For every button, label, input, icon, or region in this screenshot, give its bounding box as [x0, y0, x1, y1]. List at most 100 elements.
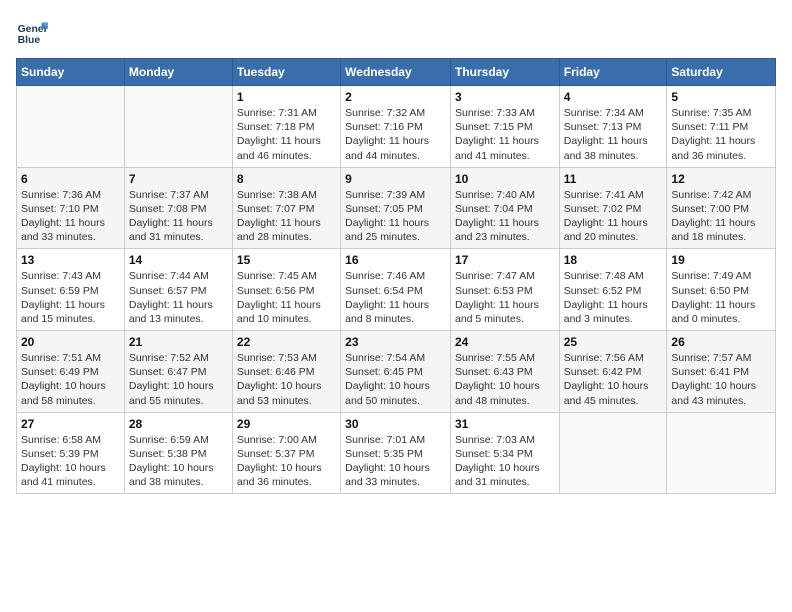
day-info: Sunrise: 7:32 AM Sunset: 7:16 PM Dayligh…: [345, 106, 446, 163]
day-number: 22: [237, 335, 336, 349]
day-number: 20: [21, 335, 120, 349]
day-cell: 4 Sunrise: 7:34 AM Sunset: 7:13 PM Daylig…: [559, 86, 667, 168]
day-cell: 12 Sunrise: 7:42 AM Sunset: 7:00 PM Dayli…: [667, 167, 776, 249]
day-cell: 8 Sunrise: 7:38 AM Sunset: 7:07 PM Daylig…: [232, 167, 340, 249]
day-number: 2: [345, 90, 446, 104]
header-row: SundayMondayTuesdayWednesdayThursdayFrid…: [17, 59, 776, 86]
day-cell: 16Sunrise: 7:46 AM Sunset: 6:54 PM Dayli…: [341, 249, 451, 331]
day-cell: 27 Sunrise: 6:58 AM Sunset: 5:39 PM Dayli…: [17, 412, 125, 494]
day-number: 18: [564, 253, 663, 267]
day-info: Sunrise: 7:48 AM Sunset: 6:52 PM Dayligh…: [564, 269, 663, 326]
day-info: Sunrise: 7:34 AM Sunset: 7:13 PM Dayligh…: [564, 106, 663, 163]
day-number: 17: [455, 253, 555, 267]
day-number: 30: [345, 417, 446, 431]
day-info: Sunrise: 7:00 AM Sunset: 5:37 PM Dayligh…: [237, 433, 336, 490]
day-info: Sunrise: 7:57 AM Sunset: 6:41 PM Dayligh…: [671, 351, 771, 408]
day-info: Sunrise: 7:31 AM Sunset: 7:18 PM Dayligh…: [237, 106, 336, 163]
day-cell: [17, 86, 125, 168]
day-cell: 17 Sunrise: 7:47 AM Sunset: 6:53 PM Dayli…: [450, 249, 559, 331]
day-cell: 21 Sunrise: 7:52 AM Sunset: 6:47 PM Dayli…: [124, 331, 232, 413]
column-header-tuesday: Tuesday: [232, 59, 340, 86]
day-number: 23: [345, 335, 446, 349]
day-cell: [124, 86, 232, 168]
day-info: Sunrise: 7:01 AM Sunset: 5:35 PM Dayligh…: [345, 433, 446, 490]
column-header-thursday: Thursday: [450, 59, 559, 86]
day-cell: 1 Sunrise: 7:31 AM Sunset: 7:18 PM Daylig…: [232, 86, 340, 168]
day-number: 29: [237, 417, 336, 431]
day-cell: [559, 412, 667, 494]
day-cell: 10 Sunrise: 7:40 AM Sunset: 7:04 PM Dayli…: [450, 167, 559, 249]
day-cell: 5 Sunrise: 7:35 AM Sunset: 7:11 PM Daylig…: [667, 86, 776, 168]
day-info: Sunrise: 7:53 AM Sunset: 6:46 PM Dayligh…: [237, 351, 336, 408]
day-info: Sunrise: 7:56 AM Sunset: 6:42 PM Dayligh…: [564, 351, 663, 408]
day-number: 28: [129, 417, 228, 431]
day-number: 25: [564, 335, 663, 349]
day-info: Sunrise: 7:45 AM Sunset: 6:56 PM Dayligh…: [237, 269, 336, 326]
day-info: Sunrise: 7:43 AM Sunset: 6:59 PM Dayligh…: [21, 269, 120, 326]
logo-icon: General Blue: [16, 16, 48, 48]
day-info: Sunrise: 6:59 AM Sunset: 5:38 PM Dayligh…: [129, 433, 228, 490]
week-row-4: 20 Sunrise: 7:51 AM Sunset: 6:49 PM Dayli…: [17, 331, 776, 413]
column-header-monday: Monday: [124, 59, 232, 86]
day-cell: 29 Sunrise: 7:00 AM Sunset: 5:37 PM Dayli…: [232, 412, 340, 494]
day-info: Sunrise: 7:36 AM Sunset: 7:10 PM Dayligh…: [21, 188, 120, 245]
day-number: 19: [671, 253, 771, 267]
day-cell: 23 Sunrise: 7:54 AM Sunset: 6:45 PM Dayli…: [341, 331, 451, 413]
day-number: 3: [455, 90, 555, 104]
day-cell: 14Sunrise: 7:44 AM Sunset: 6:57 PM Dayli…: [124, 249, 232, 331]
day-info: Sunrise: 7:46 AM Sunset: 6:54 PM Dayligh…: [345, 269, 446, 326]
column-header-friday: Friday: [559, 59, 667, 86]
day-number: 4: [564, 90, 663, 104]
day-info: Sunrise: 7:51 AM Sunset: 6:49 PM Dayligh…: [21, 351, 120, 408]
day-number: 6: [21, 172, 120, 186]
column-header-saturday: Saturday: [667, 59, 776, 86]
week-row-3: 13Sunrise: 7:43 AM Sunset: 6:59 PM Dayli…: [17, 249, 776, 331]
day-number: 11: [564, 172, 663, 186]
day-number: 9: [345, 172, 446, 186]
day-number: 12: [671, 172, 771, 186]
day-info: Sunrise: 7:42 AM Sunset: 7:00 PM Dayligh…: [671, 188, 771, 245]
day-number: 24: [455, 335, 555, 349]
column-header-wednesday: Wednesday: [341, 59, 451, 86]
calendar-table: SundayMondayTuesdayWednesdayThursdayFrid…: [16, 58, 776, 494]
day-info: Sunrise: 7:40 AM Sunset: 7:04 PM Dayligh…: [455, 188, 555, 245]
day-cell: 3 Sunrise: 7:33 AM Sunset: 7:15 PM Daylig…: [450, 86, 559, 168]
day-cell: 24 Sunrise: 7:55 AM Sunset: 6:43 PM Dayli…: [450, 331, 559, 413]
day-cell: 31Sunrise: 7:03 AM Sunset: 5:34 PM Dayli…: [450, 412, 559, 494]
day-cell: 15Sunrise: 7:45 AM Sunset: 6:56 PM Dayli…: [232, 249, 340, 331]
day-info: Sunrise: 7:49 AM Sunset: 6:50 PM Dayligh…: [671, 269, 771, 326]
day-cell: 9 Sunrise: 7:39 AM Sunset: 7:05 PM Daylig…: [341, 167, 451, 249]
day-cell: 18 Sunrise: 7:48 AM Sunset: 6:52 PM Dayli…: [559, 249, 667, 331]
day-number: 7: [129, 172, 228, 186]
day-number: 26: [671, 335, 771, 349]
day-number: 27: [21, 417, 120, 431]
day-info: Sunrise: 7:33 AM Sunset: 7:15 PM Dayligh…: [455, 106, 555, 163]
day-info: Sunrise: 7:54 AM Sunset: 6:45 PM Dayligh…: [345, 351, 446, 408]
day-cell: 20 Sunrise: 7:51 AM Sunset: 6:49 PM Dayli…: [17, 331, 125, 413]
day-info: Sunrise: 7:52 AM Sunset: 6:47 PM Dayligh…: [129, 351, 228, 408]
week-row-1: 1 Sunrise: 7:31 AM Sunset: 7:18 PM Daylig…: [17, 86, 776, 168]
day-cell: [667, 412, 776, 494]
day-cell: 13Sunrise: 7:43 AM Sunset: 6:59 PM Dayli…: [17, 249, 125, 331]
day-number: 10: [455, 172, 555, 186]
day-info: Sunrise: 7:55 AM Sunset: 6:43 PM Dayligh…: [455, 351, 555, 408]
day-info: Sunrise: 6:58 AM Sunset: 5:39 PM Dayligh…: [21, 433, 120, 490]
day-info: Sunrise: 7:39 AM Sunset: 7:05 PM Dayligh…: [345, 188, 446, 245]
day-number: 8: [237, 172, 336, 186]
day-number: 5: [671, 90, 771, 104]
day-info: Sunrise: 7:37 AM Sunset: 7:08 PM Dayligh…: [129, 188, 228, 245]
day-cell: 22 Sunrise: 7:53 AM Sunset: 6:46 PM Dayli…: [232, 331, 340, 413]
day-cell: 7 Sunrise: 7:37 AM Sunset: 7:08 PM Daylig…: [124, 167, 232, 249]
page-header: General Blue: [16, 16, 776, 48]
day-number: 31: [455, 417, 555, 431]
day-info: Sunrise: 7:35 AM Sunset: 7:11 PM Dayligh…: [671, 106, 771, 163]
week-row-5: 27 Sunrise: 6:58 AM Sunset: 5:39 PM Dayli…: [17, 412, 776, 494]
day-cell: 30 Sunrise: 7:01 AM Sunset: 5:35 PM Dayli…: [341, 412, 451, 494]
day-cell: 25 Sunrise: 7:56 AM Sunset: 6:42 PM Dayli…: [559, 331, 667, 413]
day-cell: 2 Sunrise: 7:32 AM Sunset: 7:16 PM Daylig…: [341, 86, 451, 168]
day-cell: 6 Sunrise: 7:36 AM Sunset: 7:10 PM Daylig…: [17, 167, 125, 249]
day-info: Sunrise: 7:38 AM Sunset: 7:07 PM Dayligh…: [237, 188, 336, 245]
day-info: Sunrise: 7:47 AM Sunset: 6:53 PM Dayligh…: [455, 269, 555, 326]
day-number: 21: [129, 335, 228, 349]
day-number: 1: [237, 90, 336, 104]
